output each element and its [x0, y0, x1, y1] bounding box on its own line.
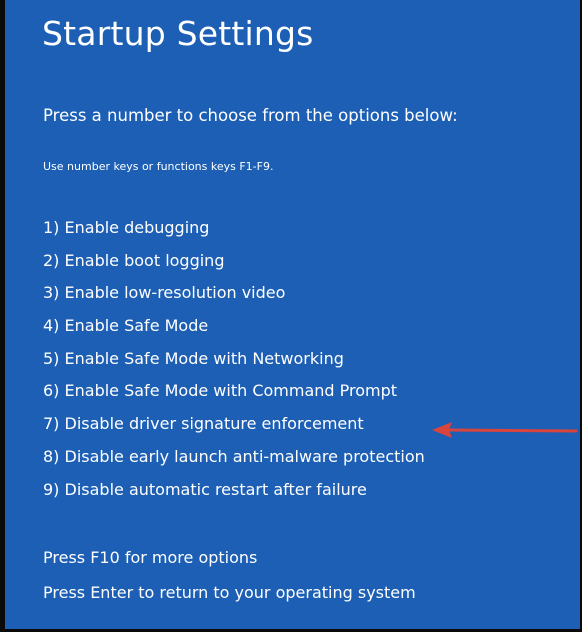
- startup-options-list: 1) Enable debugging 2) Enable boot loggi…: [43, 218, 425, 512]
- arrow-head: [432, 422, 452, 438]
- option-disable-early-launch-antimalware[interactable]: 8) Disable early launch anti-malware pro…: [43, 447, 425, 480]
- startup-settings-screen: Startup Settings Press a number to choos…: [0, 0, 582, 632]
- page-title: Startup Settings: [42, 14, 314, 53]
- option-enable-low-resolution-video[interactable]: 3) Enable low-resolution video: [43, 283, 425, 316]
- arrow-shaft: [446, 428, 578, 433]
- return-to-os-text[interactable]: Press Enter to return to your operating …: [43, 583, 416, 618]
- more-options-text[interactable]: Press F10 for more options: [43, 548, 416, 583]
- option-enable-debugging[interactable]: 1) Enable debugging: [43, 218, 425, 251]
- option-enable-safe-mode[interactable]: 4) Enable Safe Mode: [43, 316, 425, 349]
- footer-instructions: Press F10 for more options Press Enter t…: [43, 548, 416, 618]
- screen-content: Startup Settings Press a number to choos…: [5, 0, 580, 629]
- option-enable-safe-mode-command-prompt[interactable]: 6) Enable Safe Mode with Command Prompt: [43, 381, 425, 414]
- option-disable-driver-signature-enforcement[interactable]: 7) Disable driver signature enforcement: [43, 414, 425, 447]
- key-hint-text: Use number keys or functions keys F1-F9.: [43, 160, 274, 173]
- instruction-text: Press a number to choose from the option…: [43, 106, 458, 125]
- option-disable-automatic-restart[interactable]: 9) Disable automatic restart after failu…: [43, 480, 425, 513]
- red-arrow-icon: [432, 422, 578, 438]
- option-enable-safe-mode-networking[interactable]: 5) Enable Safe Mode with Networking: [43, 349, 425, 382]
- option-enable-boot-logging[interactable]: 2) Enable boot logging: [43, 251, 425, 284]
